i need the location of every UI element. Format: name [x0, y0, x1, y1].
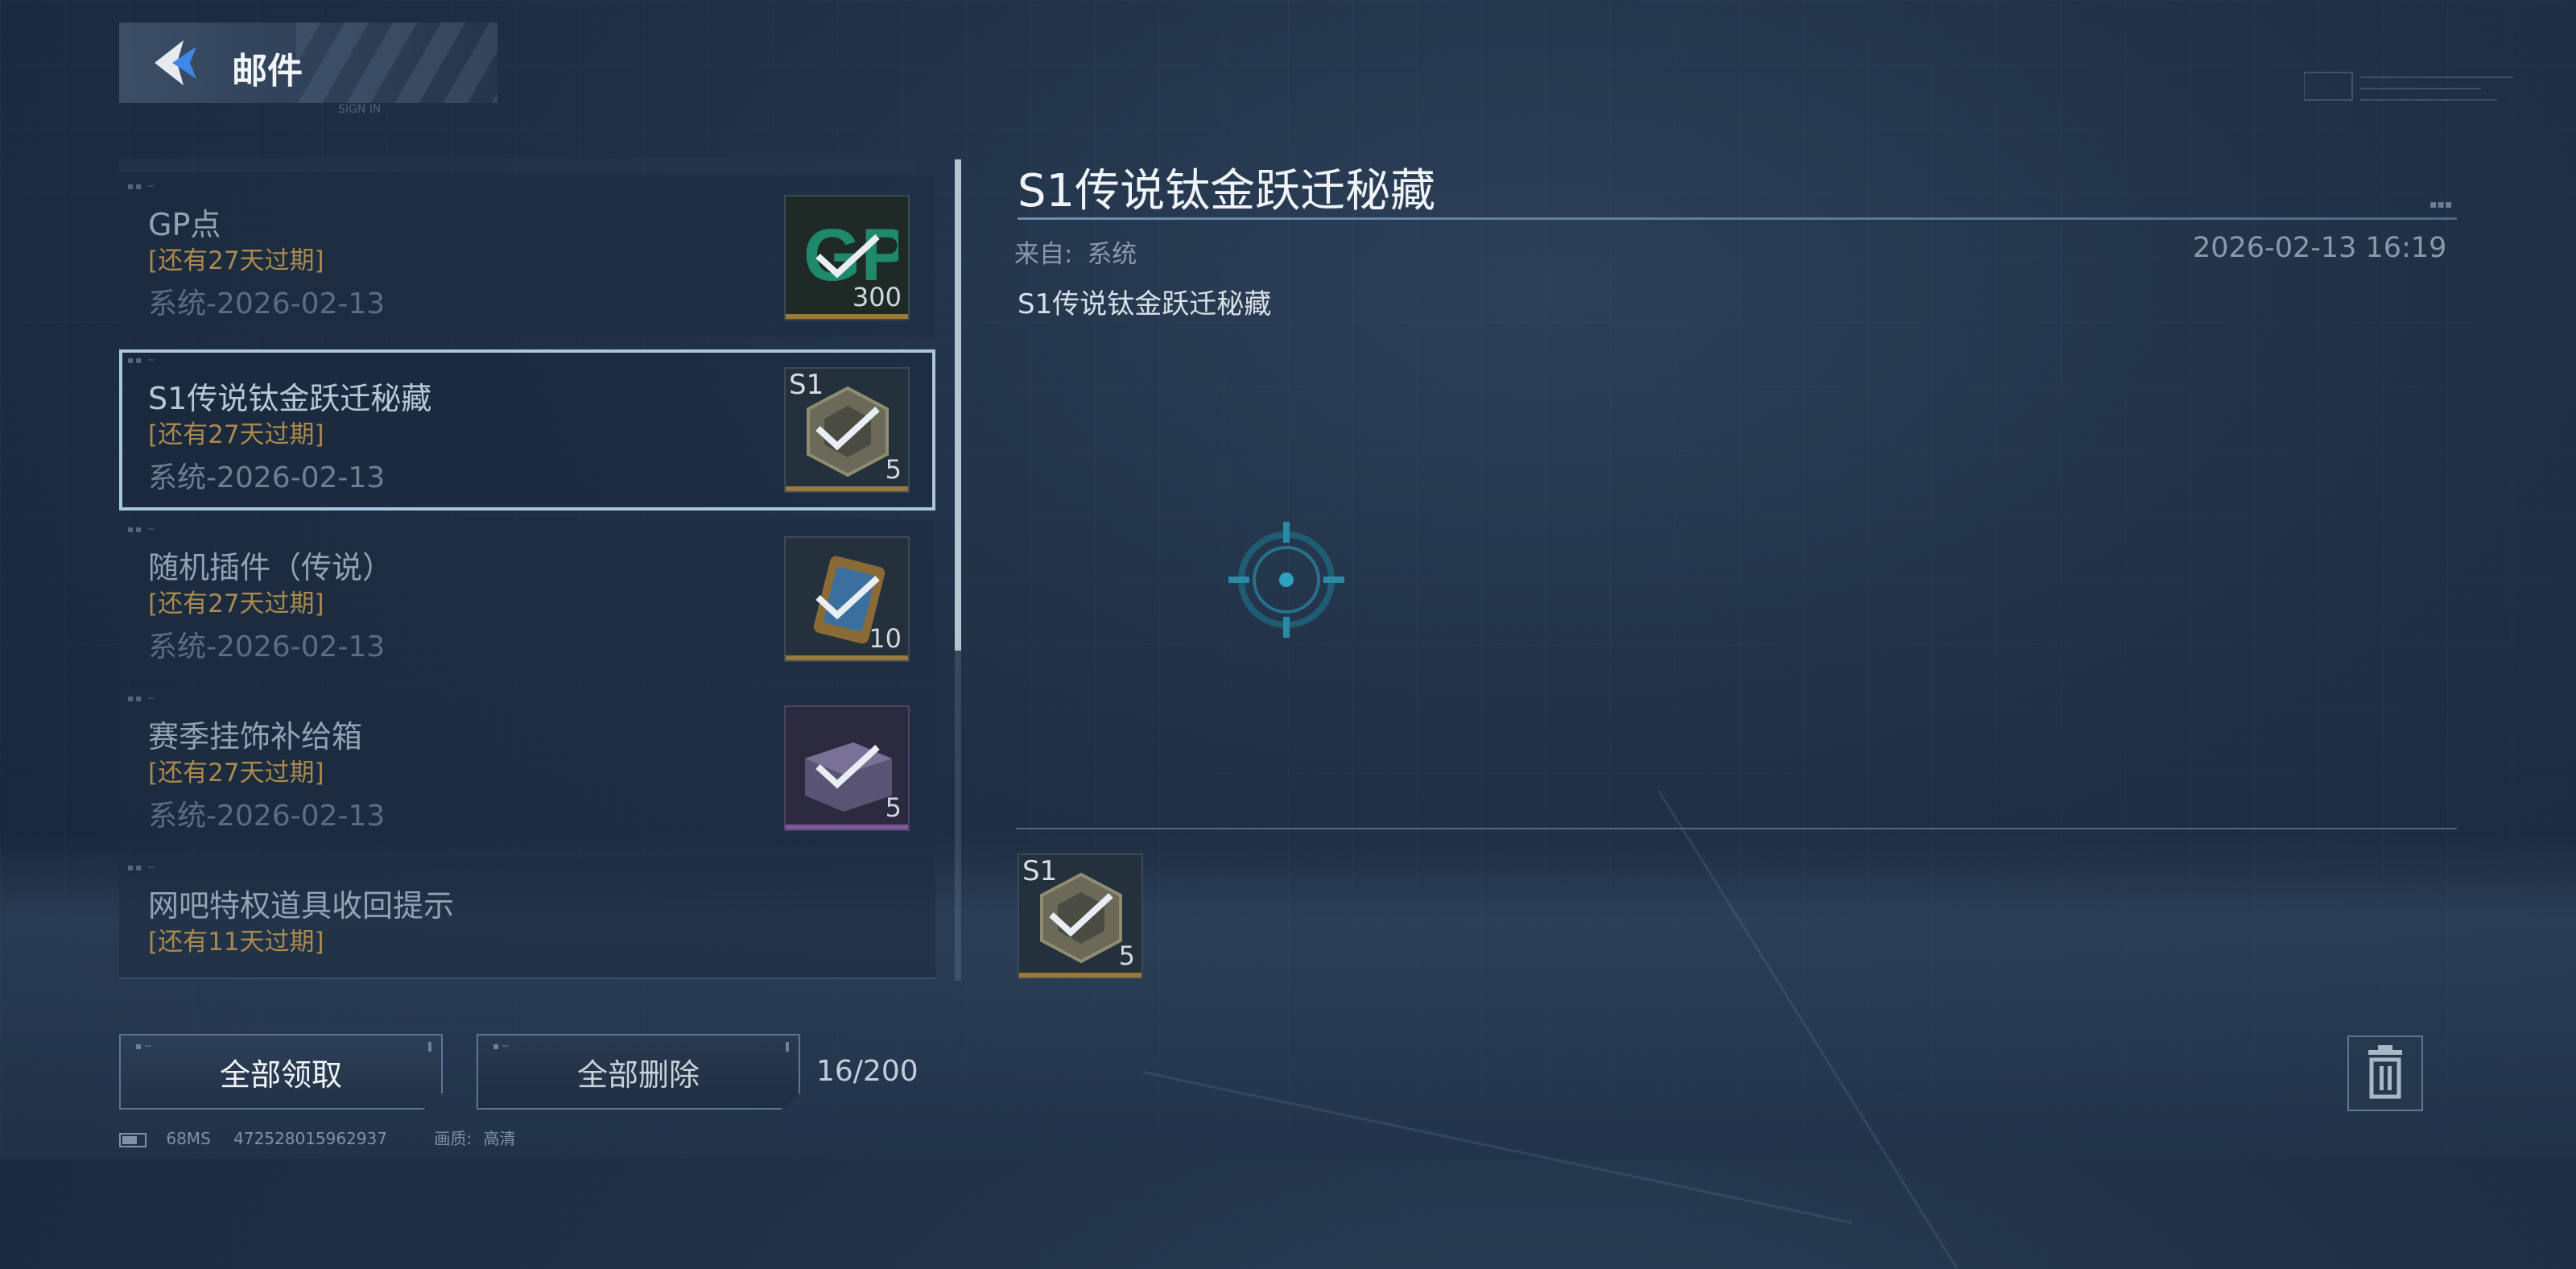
- claim-all-label: 全部领取: [219, 1056, 342, 1093]
- mail-item-supply-box[interactable]: ▪▪ ─ 赛季挂饰补给箱 [还有27天过期] 系统-2026-02-13 5: [119, 688, 935, 849]
- mail-expire: [还有27天过期]: [148, 589, 324, 618]
- user-id: 472528015962937: [233, 1129, 387, 1148]
- crosshair-icon: [1228, 522, 1344, 638]
- hud-decoration: [2304, 72, 2513, 101]
- mail-title: 赛季挂饰补给箱: [148, 719, 363, 754]
- sender-label: 来自:: [1014, 240, 1073, 269]
- quality-label: 画质:: [434, 1129, 473, 1148]
- item-thumbnail: 10: [784, 536, 910, 662]
- delete-all-button[interactable]: ▪ ─ 全部删除: [477, 1034, 800, 1110]
- button-corner-mark: ▪ ─: [135, 1040, 151, 1052]
- detail-date: 2026-02-13 16:19: [2193, 232, 2447, 264]
- mail-list[interactable]: ▪▪ ─ GP点 [还有27天过期] 系统-2026-02-13 GP 300 …: [119, 158, 935, 979]
- season-tag: S1: [789, 369, 824, 401]
- detail-title-underline: [1018, 217, 2457, 220]
- claim-all-button[interactable]: ▪ ─ 全部领取: [119, 1034, 443, 1110]
- item-thumbnail: GP 300: [784, 195, 910, 320]
- item-count: 300: [852, 282, 902, 312]
- rarity-bar: [786, 314, 908, 319]
- button-edge-mark: [428, 1042, 431, 1052]
- item-corner-mark: ▪▪ ─: [127, 523, 156, 535]
- mail-meta: 系统-2026-02-13: [148, 630, 386, 663]
- item-corner-mark: ▪▪ ─: [127, 354, 156, 366]
- mail-item-gp[interactable]: ▪▪ ─ GP点 [还有27天过期] 系统-2026-02-13 GP 300: [119, 176, 935, 337]
- list-bottom-edge: [119, 978, 935, 979]
- status-bar: 68MS 472528015962937 画质: 高清: [119, 1126, 515, 1149]
- mail-expire: [还有27天过期]: [148, 420, 324, 449]
- mail-meta: 系统-2026-02-13: [148, 461, 386, 494]
- quality-value: 高清: [483, 1129, 516, 1148]
- button-edge-mark: [786, 1042, 789, 1052]
- item-corner-mark: ▪▪ ─: [127, 692, 156, 704]
- battery-icon: [119, 1132, 147, 1147]
- mail-meta: 系统-2026-02-13: [148, 287, 386, 320]
- background-floor-line: [1142, 1071, 1852, 1225]
- trash-icon: [2368, 1045, 2402, 1099]
- mail-title: GP点: [148, 207, 221, 242]
- claimed-check-icon: [815, 407, 880, 451]
- attachment-divider: [1016, 828, 2457, 829]
- item-count: 5: [885, 792, 902, 823]
- background-floor-line: [1657, 789, 1959, 1269]
- claimed-check-icon: [1049, 893, 1113, 937]
- mail-title: S1传说钛金跃迁秘藏: [148, 381, 432, 416]
- rarity-bar: [786, 486, 908, 491]
- detail-title: S1传说钛金跃迁秘藏: [1018, 165, 1436, 217]
- rarity-bar: [786, 655, 908, 660]
- mail-title: 网吧特权道具收回提示: [148, 888, 455, 924]
- item-thumbnail: S1 5: [784, 367, 910, 493]
- button-corner-mark: ▪ ─: [493, 1040, 509, 1052]
- mail-title: 随机插件（传说）: [148, 550, 394, 585]
- item-thumbnail: 5: [784, 705, 910, 831]
- season-tag: S1: [1022, 855, 1058, 887]
- delete-mail-button[interactable]: [2347, 1035, 2423, 1111]
- delete-all-label: 全部删除: [576, 1056, 700, 1093]
- attachment-item[interactable]: S1 5: [1018, 854, 1143, 979]
- mail-count: 16/200: [816, 1055, 919, 1088]
- list-scrollbar-thumb[interactable]: [955, 159, 961, 651]
- detail-body: S1传说钛金跃迁秘藏: [1018, 288, 1272, 320]
- mail-item-netcafe[interactable]: ▪▪ ─ 网吧特权道具收回提示 [还有11天过期]: [119, 857, 935, 979]
- mail-meta: 系统-2026-02-13: [148, 800, 386, 833]
- item-corner-mark: ▪▪ ─: [127, 862, 156, 873]
- page-title: 邮件: [232, 51, 303, 92]
- back-button[interactable]: [148, 37, 201, 89]
- item-count: 5: [1118, 940, 1135, 971]
- detail-sender: 来自: 系统: [1014, 234, 1137, 270]
- back-arrow-icon: [155, 40, 196, 85]
- ping-value: 68MS: [166, 1129, 211, 1148]
- header-bar: 邮件: [119, 23, 497, 103]
- rarity-bar: [786, 825, 908, 829]
- claimed-check-icon: [815, 234, 880, 279]
- mail-item-plugin[interactable]: ▪▪ ─ 随机插件（传说） [还有27天过期] 系统-2026-02-13 10: [119, 519, 935, 680]
- mail-expire: [还有11天过期]: [148, 928, 324, 957]
- mail-item-titanium[interactable]: ▪▪ ─ S1传说钛金跃迁秘藏 [还有27天过期] 系统-2026-02-13 …: [119, 349, 935, 510]
- claimed-check-icon: [815, 745, 880, 789]
- mail-expire: [还有27天过期]: [148, 246, 324, 275]
- sender-value: 系统: [1087, 240, 1137, 269]
- header-sub-label: SIGN IN: [338, 103, 382, 116]
- item-count: 10: [869, 623, 902, 654]
- claimed-check-icon: [815, 576, 880, 620]
- list-top-edge: [119, 158, 916, 172]
- mail-expire: [还有27天过期]: [148, 759, 324, 787]
- rarity-bar: [1019, 973, 1141, 978]
- item-count: 5: [885, 454, 902, 485]
- header-stripes: [296, 23, 497, 103]
- item-corner-mark: ▪▪ ─: [127, 180, 156, 192]
- detail-line-mark: ▪▪▪: [2429, 198, 2453, 211]
